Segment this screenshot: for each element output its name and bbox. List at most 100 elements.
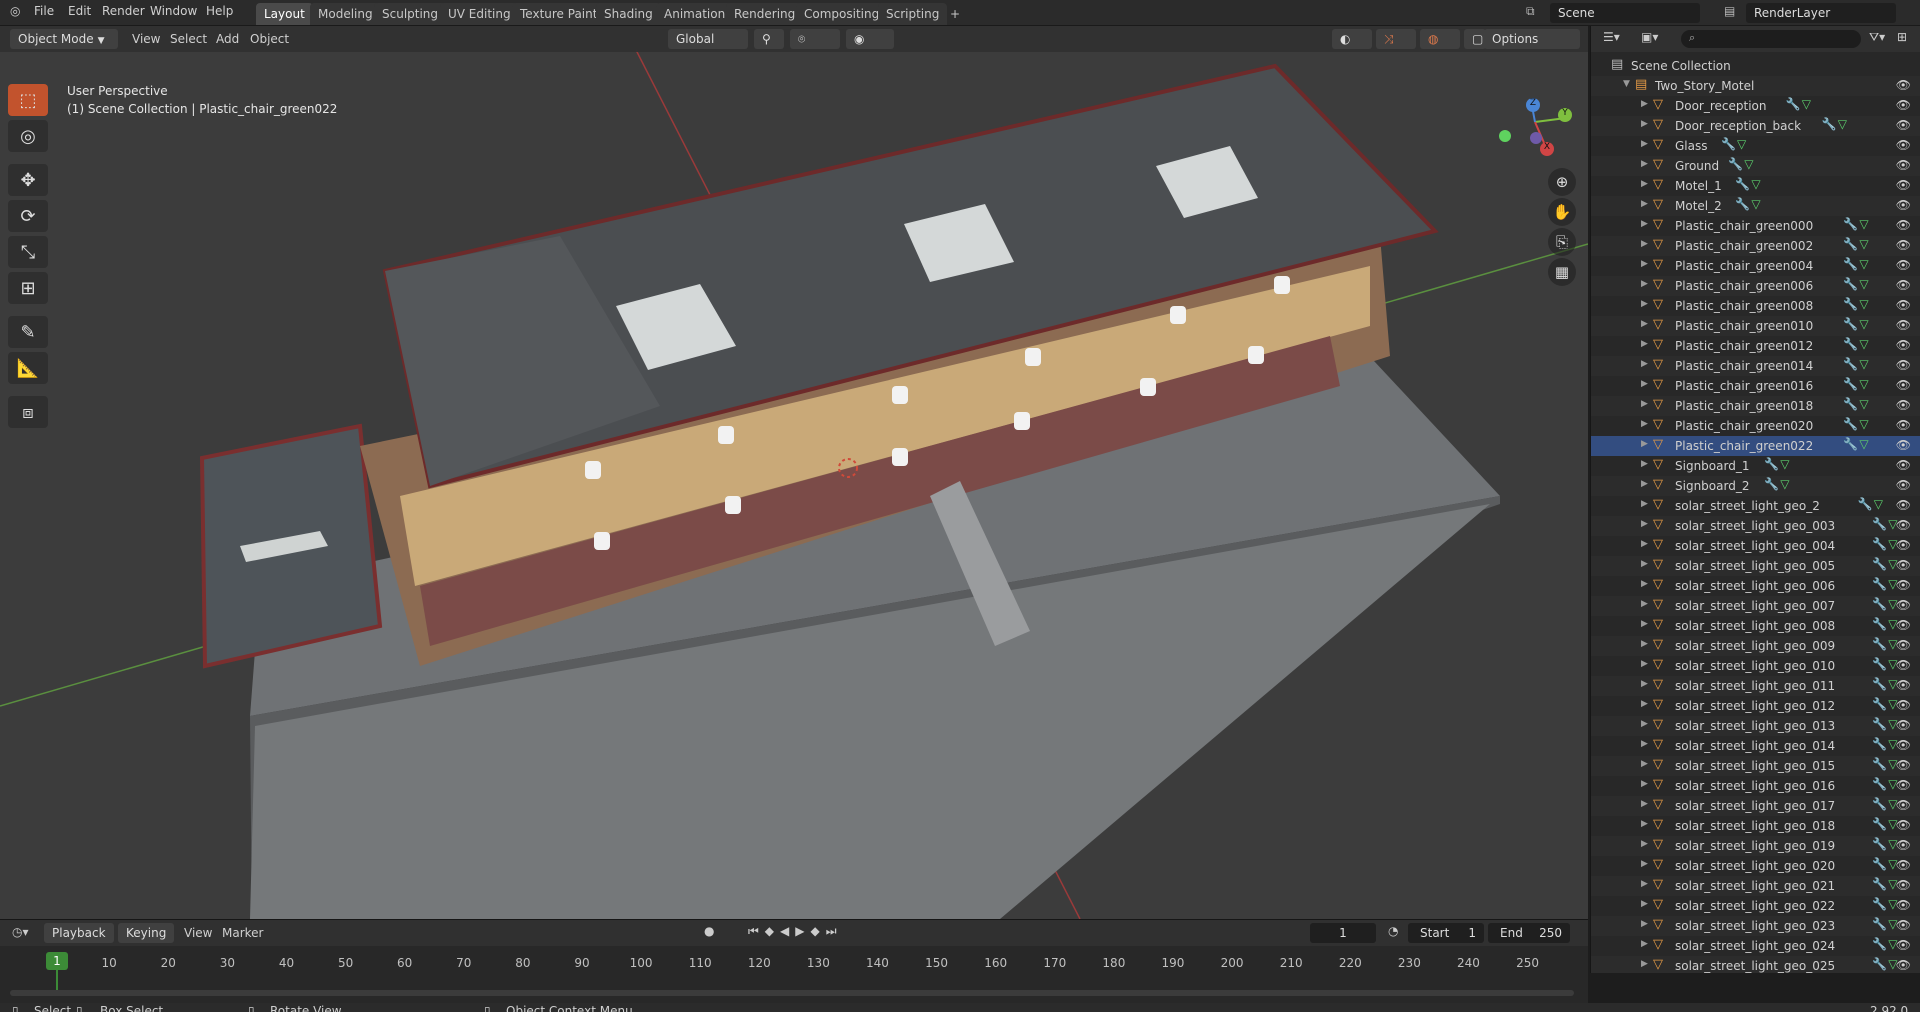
new-collection-icon[interactable]: ⊞ bbox=[1897, 30, 1907, 44]
eye-icon[interactable]: 👁 bbox=[1896, 698, 1911, 712]
modifier-wrench-icon[interactable]: 🔧 bbox=[1822, 117, 1837, 131]
tab-rendering[interactable]: Rendering bbox=[726, 3, 804, 25]
eye-icon[interactable]: 👁 bbox=[1896, 438, 1911, 452]
modifier-wrench-icon[interactable]: 🔧 bbox=[1872, 697, 1887, 711]
eye-icon[interactable]: 👁 bbox=[1896, 838, 1911, 852]
record-icon[interactable]: ● bbox=[704, 924, 714, 938]
modifier-wrench-icon[interactable]: 🔧 bbox=[1843, 417, 1858, 431]
expand-arrow-icon[interactable]: ▶ bbox=[1641, 839, 1648, 849]
modifier-wrench-icon[interactable]: 🔧 bbox=[1843, 257, 1858, 271]
outliner-item[interactable]: ▶ ▽ solar_street_light_geo_025 🔧 ▽ 👁 bbox=[1591, 956, 1920, 973]
expand-arrow-icon[interactable]: ▶ bbox=[1641, 599, 1648, 609]
outliner-item[interactable]: ▶ ▽ Motel_2 🔧 ▽ 👁 bbox=[1591, 196, 1920, 216]
modifier-wrench-icon[interactable]: 🔧 bbox=[1872, 677, 1887, 691]
display-mode-icon[interactable]: ☰▾ bbox=[1603, 30, 1620, 44]
eye-icon[interactable]: 👁 bbox=[1896, 538, 1911, 552]
modifier-wrench-icon[interactable]: 🔧 bbox=[1735, 177, 1750, 191]
add-workspace-button[interactable]: + bbox=[942, 3, 968, 25]
eye-icon[interactable]: 👁 bbox=[1896, 798, 1911, 812]
outliner-item[interactable]: ▶ ▽ solar_street_light_geo_020 🔧 ▽ 👁 bbox=[1591, 856, 1920, 876]
expand-arrow-icon[interactable]: ▶ bbox=[1641, 639, 1648, 649]
expand-arrow-icon[interactable]: ▶ bbox=[1641, 179, 1648, 189]
expand-arrow-icon[interactable]: ▶ bbox=[1641, 319, 1648, 329]
modifier-wrench-icon[interactable]: 🔧 bbox=[1872, 917, 1887, 931]
modifier-wrench-icon[interactable]: 🔧 bbox=[1764, 457, 1779, 471]
mesh-data-icon[interactable]: ▽ bbox=[1859, 217, 1868, 231]
end-frame-field[interactable]: End 250 bbox=[1488, 923, 1570, 943]
eye-icon[interactable]: 👁 bbox=[1896, 638, 1911, 652]
modifier-wrench-icon[interactable]: 🔧 bbox=[1872, 717, 1887, 731]
outliner-item[interactable]: ▶ ▽ solar_street_light_geo_008 🔧 ▽ 👁 bbox=[1591, 616, 1920, 636]
expand-arrow-icon[interactable]: ▶ bbox=[1641, 539, 1648, 549]
expand-arrow-icon[interactable]: ▶ bbox=[1641, 459, 1648, 469]
snap-icon[interactable]: ⌾ bbox=[790, 29, 840, 49]
tab-uv-editing[interactable]: UV Editing bbox=[440, 3, 519, 25]
expand-arrow-icon[interactable]: ▶ bbox=[1641, 119, 1648, 129]
move-tool-icon[interactable]: ✥ bbox=[8, 164, 48, 196]
pivot-icon[interactable]: ⚲ bbox=[754, 29, 784, 49]
cursor-tool-icon[interactable]: ◎ bbox=[8, 120, 48, 152]
expand-arrow-icon[interactable]: ▶ bbox=[1641, 619, 1648, 629]
eye-icon[interactable]: 👁 bbox=[1896, 918, 1911, 932]
outliner-item[interactable]: ▶ ▽ solar_street_light_geo_006 🔧 ▽ 👁 bbox=[1591, 576, 1920, 596]
outliner-item[interactable]: ▶ ▽ solar_street_light_geo_022 🔧 ▽ 👁 bbox=[1591, 896, 1920, 916]
viewport-menu-select[interactable]: Select bbox=[170, 32, 207, 46]
mesh-data-icon[interactable]: ▽ bbox=[1838, 117, 1847, 131]
modifier-wrench-icon[interactable]: 🔧 bbox=[1872, 737, 1887, 751]
expand-arrow-icon[interactable]: ▶ bbox=[1641, 519, 1648, 529]
eye-icon[interactable]: 👁 bbox=[1896, 938, 1911, 952]
xray-icon[interactable]: ▢ bbox=[1464, 29, 1486, 49]
mesh-data-icon[interactable]: ▽ bbox=[1859, 357, 1868, 371]
modifier-wrench-icon[interactable]: 🔧 bbox=[1872, 637, 1887, 651]
mesh-data-icon[interactable]: ▽ bbox=[1859, 397, 1868, 411]
eye-icon[interactable]: 👁 bbox=[1896, 558, 1911, 572]
eye-icon[interactable]: 👁 bbox=[1896, 718, 1911, 732]
eye-icon[interactable]: 👁 bbox=[1896, 158, 1911, 172]
current-frame-field[interactable]: 1 bbox=[1310, 923, 1376, 943]
playhead[interactable]: 1 bbox=[46, 952, 68, 970]
eye-icon[interactable]: 👁 bbox=[1896, 278, 1911, 292]
outliner-item[interactable]: ▶ ▽ Plastic_chair_green006 🔧 ▽ 👁 bbox=[1591, 276, 1920, 296]
expand-arrow-icon[interactable]: ▶ bbox=[1641, 359, 1648, 369]
outliner-item[interactable]: ▶ ▽ Plastic_chair_green002 🔧 ▽ 👁 bbox=[1591, 236, 1920, 256]
eye-icon[interactable]: 👁 bbox=[1896, 878, 1911, 892]
modifier-wrench-icon[interactable]: 🔧 bbox=[1872, 657, 1887, 671]
expand-arrow-icon[interactable]: ▶ bbox=[1641, 939, 1648, 949]
3d-viewport[interactable] bbox=[0, 26, 1588, 919]
modifier-wrench-icon[interactable]: 🔧 bbox=[1843, 297, 1858, 311]
mesh-data-icon[interactable]: ▽ bbox=[1744, 157, 1753, 171]
clock-icon[interactable]: ◔ bbox=[1388, 924, 1398, 938]
menu-render[interactable]: Render bbox=[102, 4, 145, 18]
eye-icon[interactable]: 👁 bbox=[1896, 218, 1911, 232]
eye-icon[interactable]: 👁 bbox=[1896, 358, 1911, 372]
overlay-toggle-icon[interactable]: ◍ bbox=[1420, 29, 1460, 49]
expand-arrow-icon[interactable]: ▶ bbox=[1641, 919, 1648, 929]
modifier-wrench-icon[interactable]: 🔧 bbox=[1721, 137, 1736, 151]
tab-animation[interactable]: Animation bbox=[656, 3, 734, 25]
outliner-item[interactable]: ▶ ▽ solar_street_light_geo_014 🔧 ▽ 👁 bbox=[1591, 736, 1920, 756]
outliner-item[interactable]: ▶ ▽ Plastic_chair_green016 🔧 ▽ 👁 bbox=[1591, 376, 1920, 396]
eye-icon[interactable]: 👁 bbox=[1896, 398, 1911, 412]
eye-icon[interactable]: 👁 bbox=[1896, 378, 1911, 392]
modifier-wrench-icon[interactable]: 🔧 bbox=[1735, 197, 1750, 211]
modifier-wrench-icon[interactable]: 🔧 bbox=[1872, 517, 1887, 531]
modifier-wrench-icon[interactable]: 🔧 bbox=[1872, 577, 1887, 591]
eye-icon[interactable]: 👁 bbox=[1896, 338, 1911, 352]
menu-edit[interactable]: Edit bbox=[68, 4, 91, 18]
proportional-edit-icon[interactable]: ◉ bbox=[846, 29, 894, 49]
outliner-item[interactable]: ▶ ▽ Motel_1 🔧 ▽ 👁 bbox=[1591, 176, 1920, 196]
scale-tool-icon[interactable]: ⤡ bbox=[8, 236, 48, 268]
expand-arrow-icon[interactable]: ▶ bbox=[1641, 199, 1648, 209]
gizmo-toggle-icon[interactable]: ⤨ bbox=[1376, 29, 1416, 49]
eye-icon[interactable]: 👁 bbox=[1896, 458, 1911, 472]
modifier-wrench-icon[interactable]: 🔧 bbox=[1872, 597, 1887, 611]
eye-icon[interactable]: 👁 bbox=[1896, 818, 1911, 832]
outliner-item[interactable]: ▶ ▽ Plastic_chair_green020 🔧 ▽ 👁 bbox=[1591, 416, 1920, 436]
tab-shading[interactable]: Shading bbox=[596, 3, 661, 25]
outliner-item[interactable]: ▶ ▽ solar_street_light_geo_021 🔧 ▽ 👁 bbox=[1591, 876, 1920, 896]
timeline-menu-marker[interactable]: Marker bbox=[222, 926, 263, 940]
expand-arrow-icon[interactable]: ▶ bbox=[1641, 559, 1648, 569]
grid-perspective-icon[interactable]: ▦ bbox=[1548, 258, 1576, 286]
outliner-item[interactable]: ▶ ▽ solar_street_light_geo_010 🔧 ▽ 👁 bbox=[1591, 656, 1920, 676]
modifier-wrench-icon[interactable]: 🔧 bbox=[1843, 217, 1858, 231]
